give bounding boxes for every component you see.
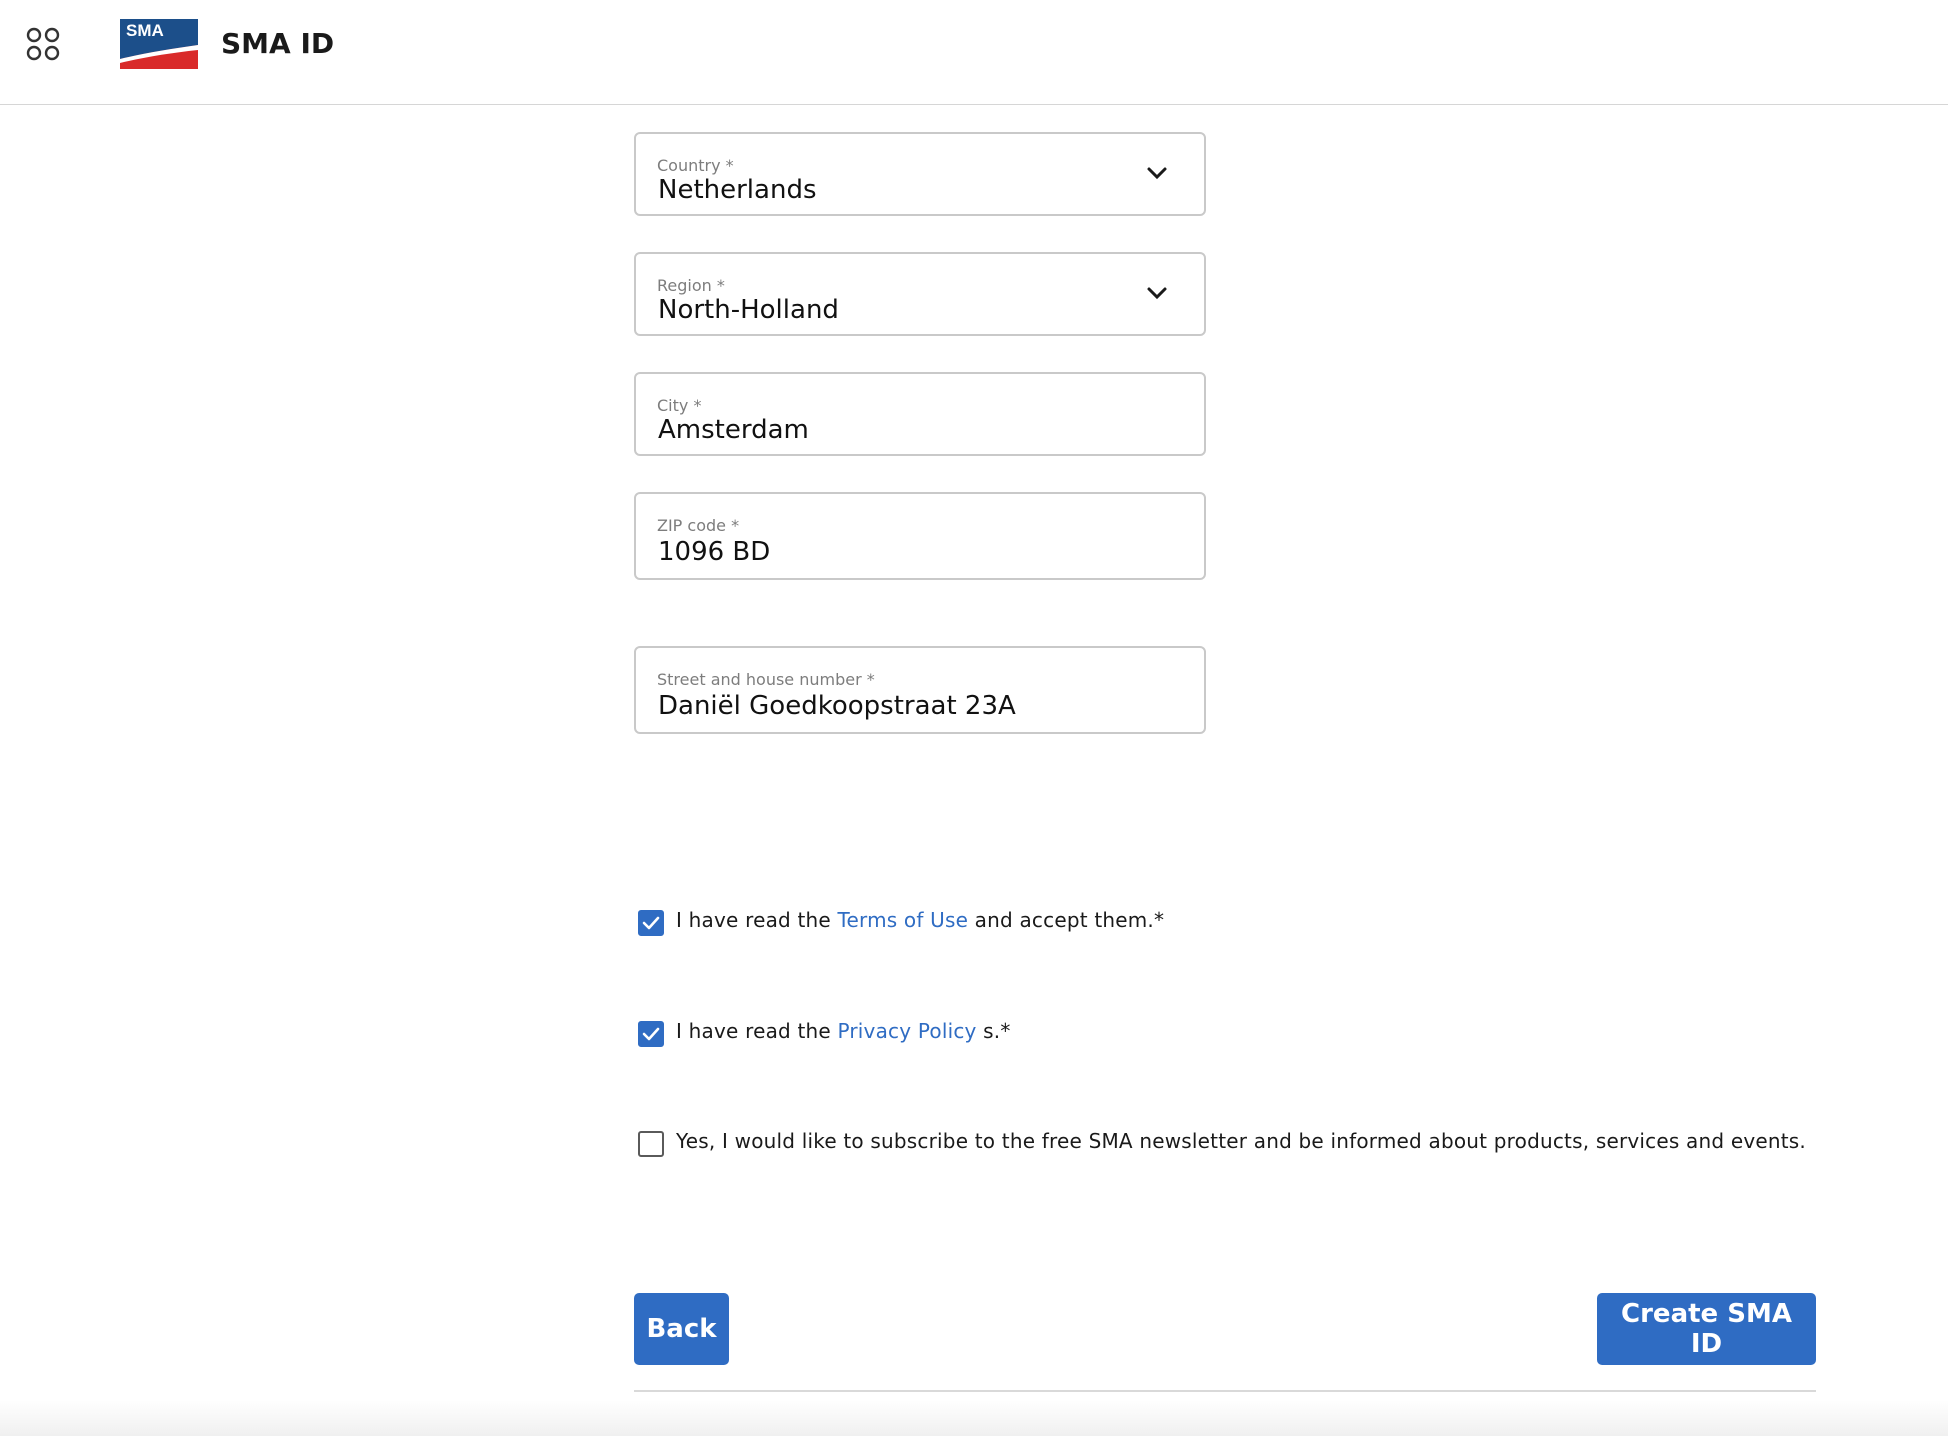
privacy-suffix: s.* — [976, 1019, 1011, 1043]
city-field[interactable]: City * Amsterdam — [634, 372, 1206, 456]
zip-value: 1096 BD — [658, 537, 771, 567]
privacy-prefix: I have read the — [676, 1019, 838, 1043]
privacy-policy-link[interactable]: Privacy Policy — [837, 1019, 976, 1043]
city-label: City * — [657, 396, 702, 415]
terms-text: I have read the Terms of Use and accept … — [676, 906, 1164, 934]
checkmark-icon — [642, 916, 660, 930]
chevron-down-icon[interactable] — [1146, 166, 1168, 180]
privacy-checkbox[interactable] — [638, 1021, 664, 1047]
privacy-text: I have read the Privacy Policy s.* — [676, 1017, 1011, 1045]
country-value: Netherlands — [658, 175, 817, 205]
street-field[interactable]: Street and house number * Daniël Goedkoo… — [634, 646, 1206, 734]
chevron-down-icon[interactable] — [1146, 286, 1168, 300]
top-header: SMA SMA ID — [0, 0, 1948, 105]
checkmark-icon — [642, 1027, 660, 1041]
street-value: Daniël Goedkoopstraat 23A — [658, 691, 1016, 721]
region-value: North-Holland — [658, 295, 839, 325]
newsletter-text: Yes, I would like to subscribe to the fr… — [676, 1129, 1806, 1153]
terms-suffix: and accept them.* — [968, 908, 1165, 932]
footer-area — [0, 1400, 1948, 1436]
country-select[interactable]: Country * Netherlands — [634, 132, 1206, 216]
app-title: SMA ID — [221, 27, 335, 60]
create-sma-id-button[interactable]: Create SMA ID — [1597, 1293, 1816, 1365]
region-label: Region * — [657, 276, 725, 295]
street-label: Street and house number * — [657, 670, 875, 689]
country-label: Country * — [657, 156, 734, 175]
sma-logo: SMA — [120, 19, 198, 69]
footer-divider — [634, 1390, 1816, 1392]
terms-of-use-link[interactable]: Terms of Use — [837, 908, 968, 932]
terms-checkbox[interactable] — [638, 910, 664, 936]
newsletter-checkbox[interactable] — [638, 1131, 664, 1157]
back-button[interactable]: Back — [634, 1293, 729, 1365]
zip-label: ZIP code * — [657, 516, 740, 535]
zip-field[interactable]: ZIP code * 1096 BD — [634, 492, 1206, 580]
apps-grid-icon[interactable] — [26, 27, 60, 61]
terms-prefix: I have read the — [676, 908, 838, 932]
city-value: Amsterdam — [658, 415, 809, 445]
svg-text:SMA: SMA — [126, 21, 164, 40]
region-select[interactable]: Region * North-Holland — [634, 252, 1206, 336]
